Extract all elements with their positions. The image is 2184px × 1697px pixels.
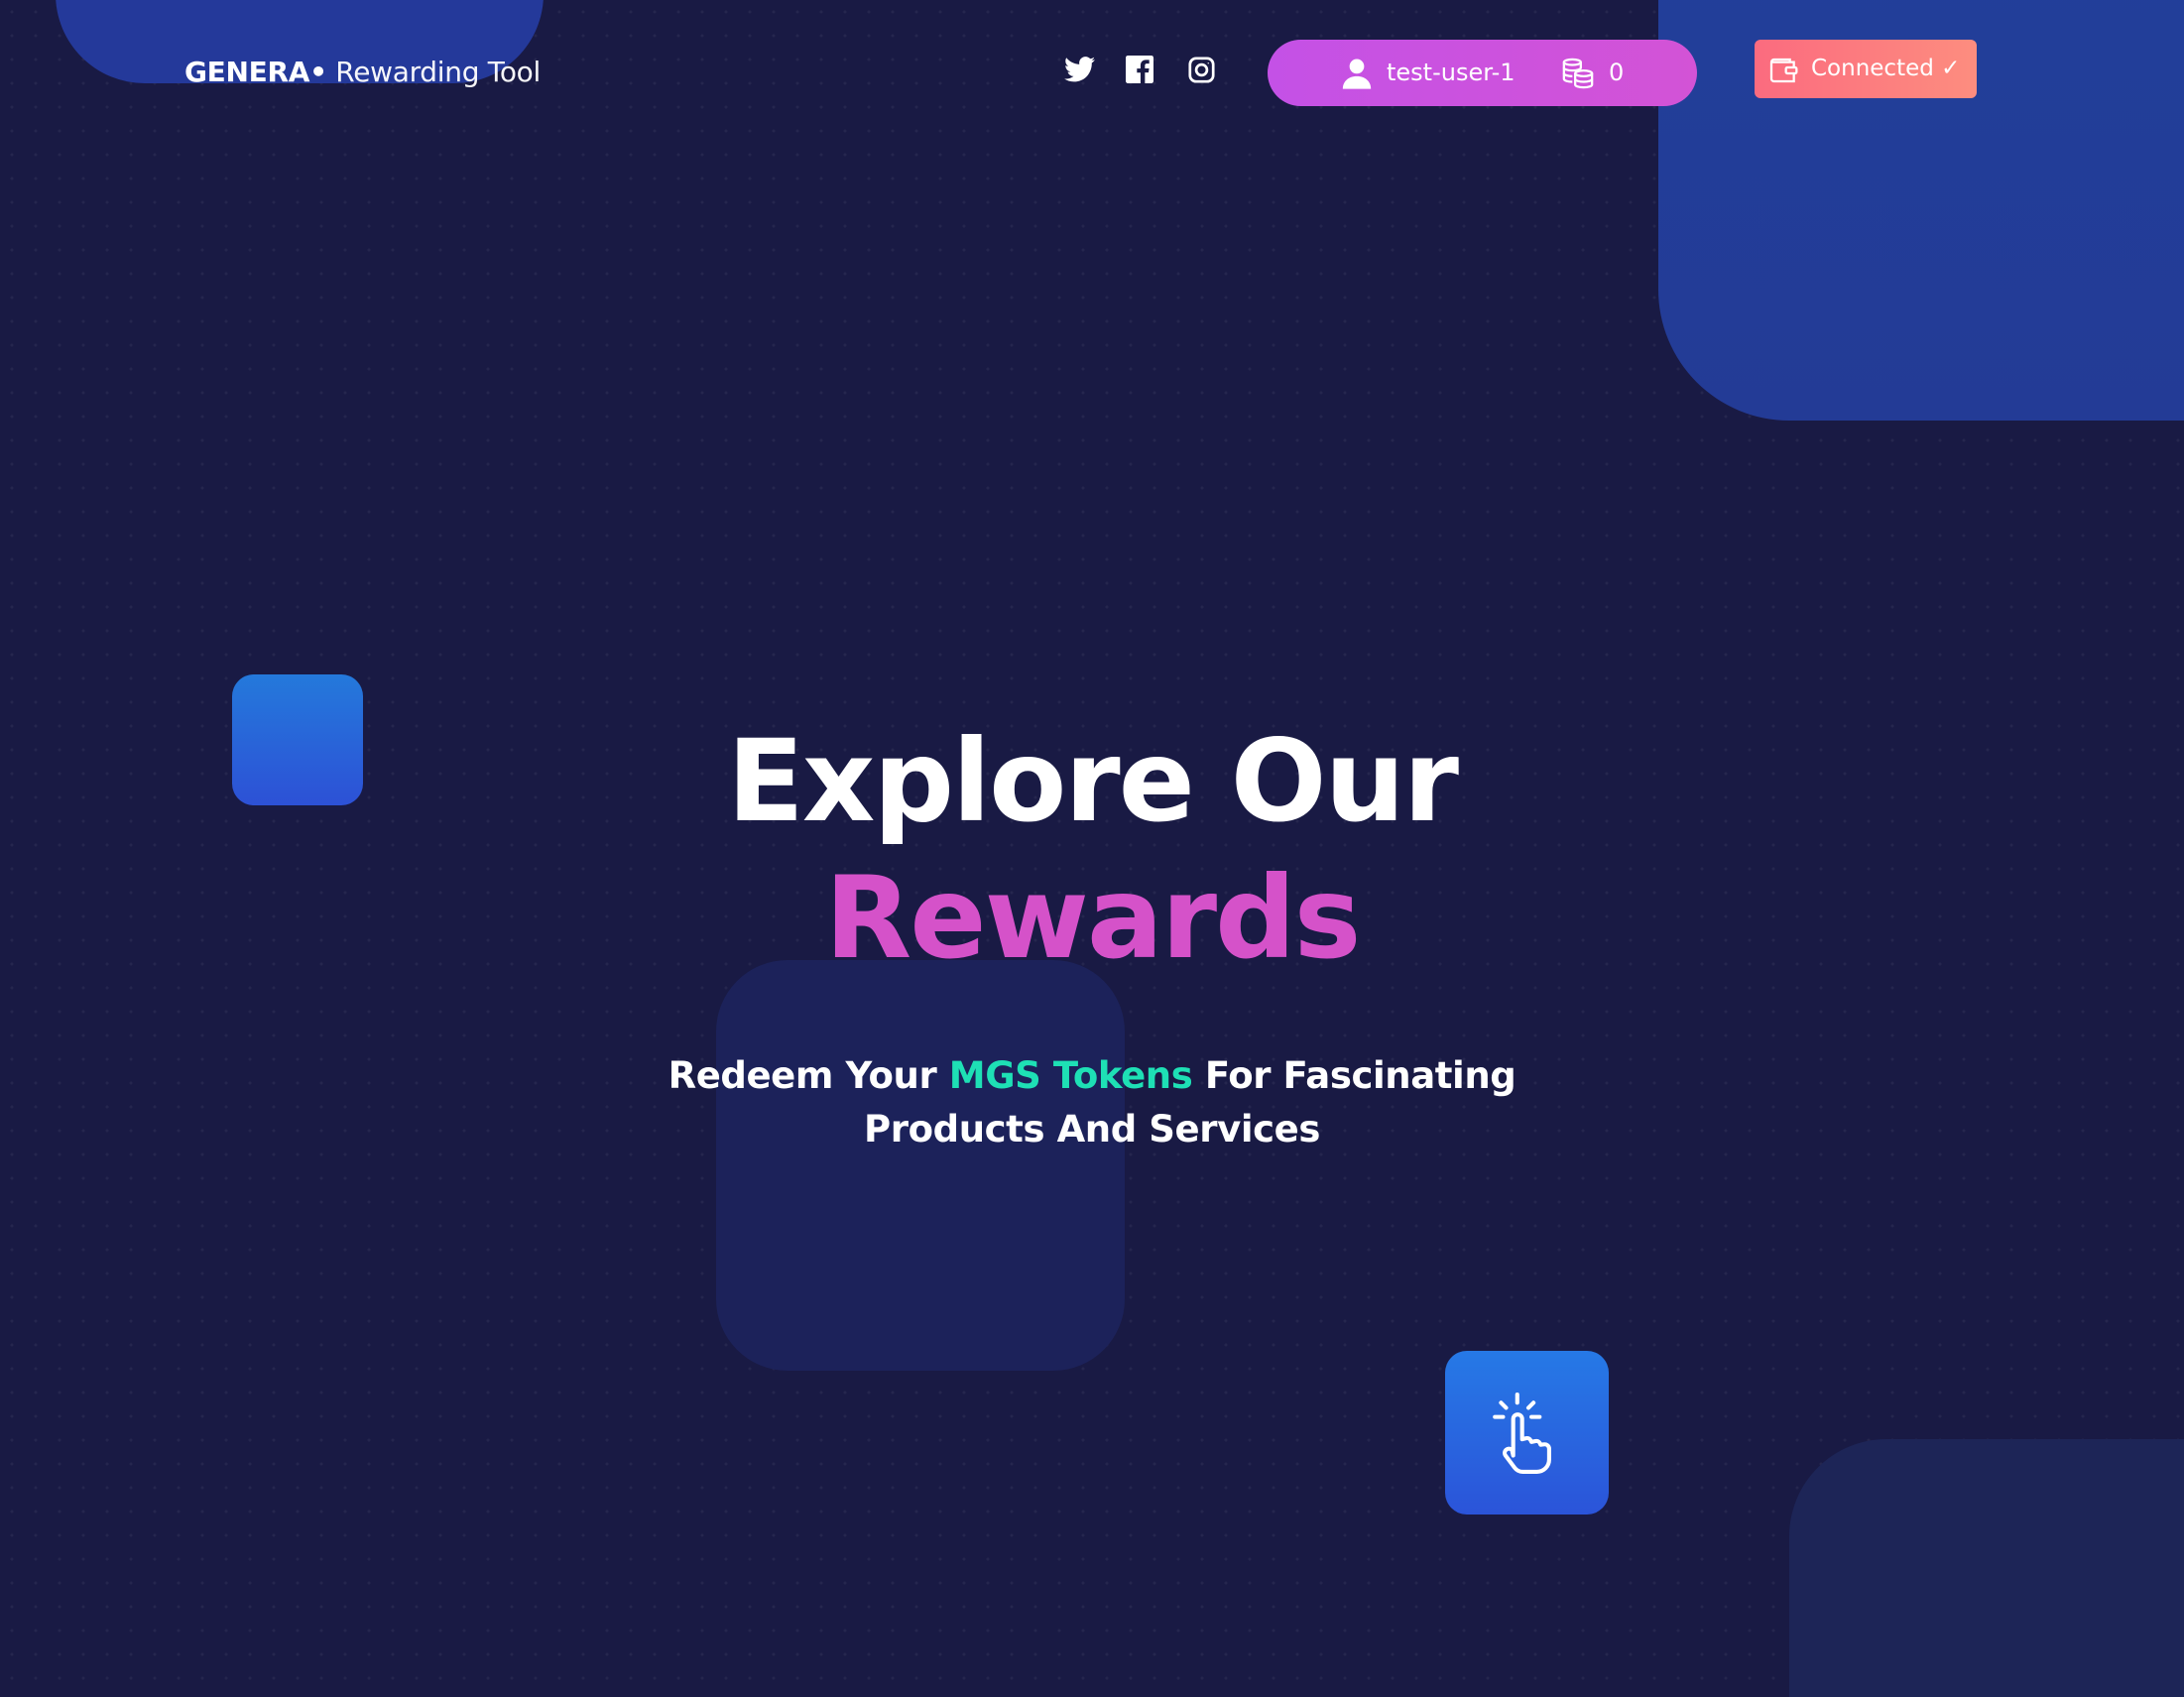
facebook-icon[interactable] bbox=[1122, 52, 1157, 87]
explore-action-button[interactable] bbox=[1445, 1351, 1609, 1515]
token-balance: 0 bbox=[1609, 59, 1625, 86]
subtitle-mid: For Fascinating bbox=[1192, 1054, 1517, 1097]
wallet-icon bbox=[1769, 58, 1798, 83]
decor-shape-bottom-right bbox=[1789, 1439, 2184, 1697]
brand-name: GENERA• bbox=[184, 56, 327, 88]
tap-pointer-icon bbox=[1493, 1393, 1551, 1474]
instagram-icon[interactable] bbox=[1183, 52, 1219, 87]
wallet-status-label: Connected ✓ bbox=[1811, 56, 1961, 81]
coins-icon bbox=[1562, 58, 1594, 89]
subtitle-token-name: MGS Tokens bbox=[948, 1054, 1193, 1097]
hero-subtitle: Redeem Your MGS Tokens For Fascinating P… bbox=[546, 1049, 1638, 1156]
user-icon bbox=[1342, 59, 1372, 89]
hero-title-line1: Explore Our bbox=[727, 715, 1459, 847]
user-account-pill[interactable]: test-user-1 0 bbox=[1268, 40, 1697, 106]
brand-tagline: Rewarding Tool bbox=[326, 56, 541, 88]
hero-title-line2: Rewards bbox=[824, 852, 1361, 984]
twitter-icon[interactable] bbox=[1061, 52, 1097, 87]
subtitle-prefix: Redeem Your bbox=[667, 1054, 949, 1097]
wallet-connected-button[interactable]: Connected ✓ bbox=[1755, 40, 1977, 98]
subtitle-line2: Products And Services bbox=[864, 1108, 1320, 1151]
decor-shape-center bbox=[716, 960, 1125, 1371]
username-label: test-user-1 bbox=[1387, 59, 1516, 86]
brand-logo[interactable]: GENERA• Rewarding Tool bbox=[184, 56, 541, 88]
